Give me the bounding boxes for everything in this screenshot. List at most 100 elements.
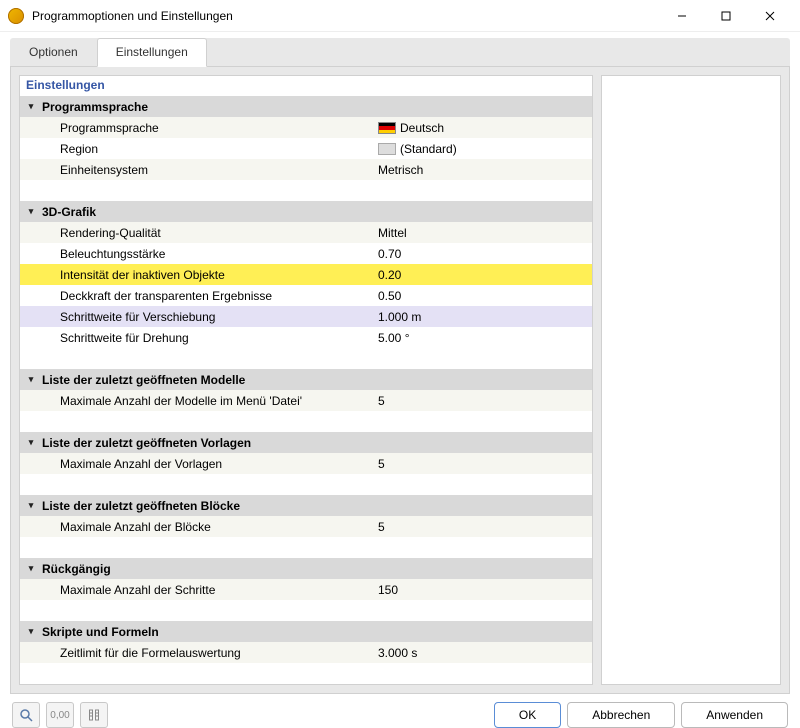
- group-spacer: [20, 663, 592, 684]
- setting-label: Maximale Anzahl der Modelle im Menü 'Dat…: [38, 394, 378, 408]
- section-label: Liste der zuletzt geöffneten Blöcke: [38, 499, 378, 513]
- setting-value[interactable]: Metrisch: [378, 163, 592, 177]
- app-icon: [8, 8, 24, 24]
- setting-row[interactable]: Maximale Anzahl der Vorlagen5: [20, 453, 592, 474]
- setting-row[interactable]: Maximale Anzahl der Schritte150: [20, 579, 592, 600]
- setting-value[interactable]: 1.000 m: [378, 310, 592, 324]
- setting-value[interactable]: (Standard): [378, 142, 592, 156]
- setting-label: Deckkraft der transparenten Ergebnisse: [38, 289, 378, 303]
- setting-value[interactable]: 150: [378, 583, 592, 597]
- chevron-down-icon[interactable]: ▾: [24, 374, 38, 385]
- setting-row[interactable]: Maximale Anzahl der Modelle im Menü 'Dat…: [20, 390, 592, 411]
- units-icon[interactable]: [80, 702, 108, 728]
- section-header[interactable]: ▾Liste der zuletzt geöffneten Modelle: [20, 369, 592, 390]
- setting-row[interactable]: Schrittweite für Drehung5.00 °: [20, 327, 592, 348]
- group-spacer: [20, 537, 592, 558]
- group-spacer: [20, 348, 592, 369]
- setting-row[interactable]: Deckkraft der transparenten Ergebnisse0.…: [20, 285, 592, 306]
- setting-label: Maximale Anzahl der Schritte: [38, 583, 378, 597]
- chevron-down-icon[interactable]: ▾: [24, 500, 38, 511]
- section-label: Rückgängig: [38, 562, 378, 576]
- setting-value-text: Deutsch: [400, 121, 444, 135]
- setting-value[interactable]: 0.50: [378, 289, 592, 303]
- chevron-down-icon[interactable]: ▾: [24, 101, 38, 112]
- minimize-button[interactable]: [660, 2, 704, 30]
- group-spacer: [20, 600, 592, 621]
- setting-label: Schrittweite für Drehung: [38, 331, 378, 345]
- titlebar: Programmoptionen und Einstellungen: [0, 0, 800, 32]
- ok-button[interactable]: OK: [494, 702, 561, 728]
- setting-value[interactable]: 3.000 s: [378, 646, 592, 660]
- group-spacer: [20, 474, 592, 495]
- section-label: Liste der zuletzt geöffneten Vorlagen: [38, 436, 378, 450]
- setting-value[interactable]: 5: [378, 394, 592, 408]
- section-label: Skripte und Formeln: [38, 625, 378, 639]
- maximize-button[interactable]: [704, 2, 748, 30]
- section-header[interactable]: ▾Rückgängig: [20, 558, 592, 579]
- setting-value-text: 150: [378, 583, 398, 597]
- section-header[interactable]: ▾Liste der zuletzt geöffneten Blöcke: [20, 495, 592, 516]
- section-label: 3D-Grafik: [38, 205, 378, 219]
- setting-value[interactable]: 0.70: [378, 247, 592, 261]
- setting-label: Schrittweite für Verschiebung: [38, 310, 378, 324]
- setting-label: Beleuchtungsstärke: [38, 247, 378, 261]
- section-header[interactable]: ▾Liste der zuletzt geöffneten Vorlagen: [20, 432, 592, 453]
- section-label: Liste der zuletzt geöffneten Modelle: [38, 373, 378, 387]
- setting-value-text: 5.00 °: [378, 331, 410, 345]
- setting-value-text: (Standard): [400, 142, 457, 156]
- setting-label: Region: [38, 142, 378, 156]
- apply-button[interactable]: Anwenden: [681, 702, 788, 728]
- setting-label: Intensität der inaktiven Objekte: [38, 268, 378, 282]
- setting-row[interactable]: Zeitlimit für die Formelauswertung3.000 …: [20, 642, 592, 663]
- setting-value[interactable]: 5: [378, 457, 592, 471]
- chevron-down-icon[interactable]: ▾: [24, 626, 38, 637]
- pane-title: Einstellungen: [20, 76, 592, 96]
- setting-row[interactable]: Beleuchtungsstärke0.70: [20, 243, 592, 264]
- chevron-down-icon[interactable]: ▾: [24, 206, 38, 217]
- setting-row[interactable]: EinheitensystemMetrisch: [20, 159, 592, 180]
- setting-label: Programmsprache: [38, 121, 378, 135]
- setting-value[interactable]: Deutsch: [378, 121, 592, 135]
- setting-value-text: Metrisch: [378, 163, 423, 177]
- section-header[interactable]: ▾3D-Grafik: [20, 201, 592, 222]
- setting-value[interactable]: 0.20: [378, 268, 592, 282]
- preview-pane: [601, 75, 781, 685]
- section-header[interactable]: ▾Programmsprache: [20, 96, 592, 117]
- setting-row[interactable]: Region (Standard): [20, 138, 592, 159]
- content-area: OptionenEinstellungen Einstellungen ▾Pro…: [0, 32, 800, 600]
- settings-pane: Einstellungen ▾ProgrammspracheProgrammsp…: [19, 75, 593, 685]
- settings-list[interactable]: ▾Programmsprache Programmsprache Deutsch Re…: [20, 96, 592, 684]
- setting-value-text: Mittel: [378, 226, 407, 240]
- footer: 0,00 OK Abbrechen Anwenden: [10, 694, 790, 728]
- decimal-icon[interactable]: 0,00: [46, 702, 74, 728]
- setting-value[interactable]: Mittel: [378, 226, 592, 240]
- tab-einstellungen[interactable]: Einstellungen: [97, 38, 207, 67]
- setting-label: Maximale Anzahl der Blöcke: [38, 520, 378, 534]
- close-button[interactable]: [748, 2, 792, 30]
- cancel-button[interactable]: Abbrechen: [567, 702, 675, 728]
- setting-row[interactable]: Schrittweite für Verschiebung1.000 m: [20, 306, 592, 327]
- setting-label: Maximale Anzahl der Vorlagen: [38, 457, 378, 471]
- setting-row[interactable]: Rendering-QualitätMittel: [20, 222, 592, 243]
- setting-value[interactable]: 5.00 °: [378, 331, 592, 345]
- tab-bar: OptionenEinstellungen: [10, 38, 790, 67]
- setting-value-text: 1.000 m: [378, 310, 421, 324]
- flag-blank-icon: [378, 143, 396, 155]
- setting-label: Einheitensystem: [38, 163, 378, 177]
- section-header[interactable]: ▾Skripte und Formeln: [20, 621, 592, 642]
- setting-label: Zeitlimit für die Formelauswertung: [38, 646, 378, 660]
- setting-label: Rendering-Qualität: [38, 226, 378, 240]
- search-icon[interactable]: [12, 702, 40, 728]
- chevron-down-icon[interactable]: ▾: [24, 437, 38, 448]
- setting-value-text: 0.20: [378, 268, 401, 282]
- chevron-down-icon[interactable]: ▾: [24, 563, 38, 574]
- setting-value-text: 0.70: [378, 247, 401, 261]
- group-spacer: [20, 180, 592, 201]
- setting-row[interactable]: Programmsprache Deutsch: [20, 117, 592, 138]
- tab-optionen[interactable]: Optionen: [10, 38, 97, 66]
- setting-value[interactable]: 5: [378, 520, 592, 534]
- flag-de-icon: [378, 122, 396, 134]
- setting-row[interactable]: Intensität der inaktiven Objekte0.20: [20, 264, 592, 285]
- setting-row[interactable]: Maximale Anzahl der Blöcke5: [20, 516, 592, 537]
- setting-value-text: 5: [378, 457, 385, 471]
